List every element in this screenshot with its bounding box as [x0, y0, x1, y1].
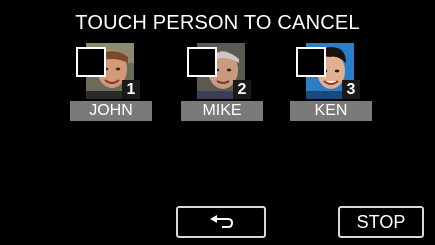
person-number-badge: 3 — [342, 80, 360, 99]
person-name-label: JOHN — [70, 101, 152, 121]
stop-button[interactable]: STOP — [338, 206, 424, 238]
select-checkbox[interactable] — [296, 47, 326, 77]
person-tile-ken[interactable]: 3 KEN — [290, 43, 372, 121]
back-button[interactable] — [176, 206, 266, 238]
person-tile-john[interactable]: 1 JOHN — [70, 43, 152, 121]
return-arrow-icon — [210, 215, 234, 229]
person-number-badge: 1 — [122, 80, 140, 99]
face-select-screen: TOUCH PERSON TO CANCEL 1 JOHN 2 MIKE 3 K… — [0, 0, 435, 245]
person-number-badge: 2 — [233, 80, 251, 99]
person-name-label: MIKE — [181, 101, 263, 121]
screen-title: TOUCH PERSON TO CANCEL — [75, 12, 360, 34]
select-checkbox[interactable] — [187, 47, 217, 77]
person-name-label: KEN — [290, 101, 372, 121]
person-tile-mike[interactable]: 2 MIKE — [181, 43, 263, 121]
select-checkbox[interactable] — [76, 47, 106, 77]
